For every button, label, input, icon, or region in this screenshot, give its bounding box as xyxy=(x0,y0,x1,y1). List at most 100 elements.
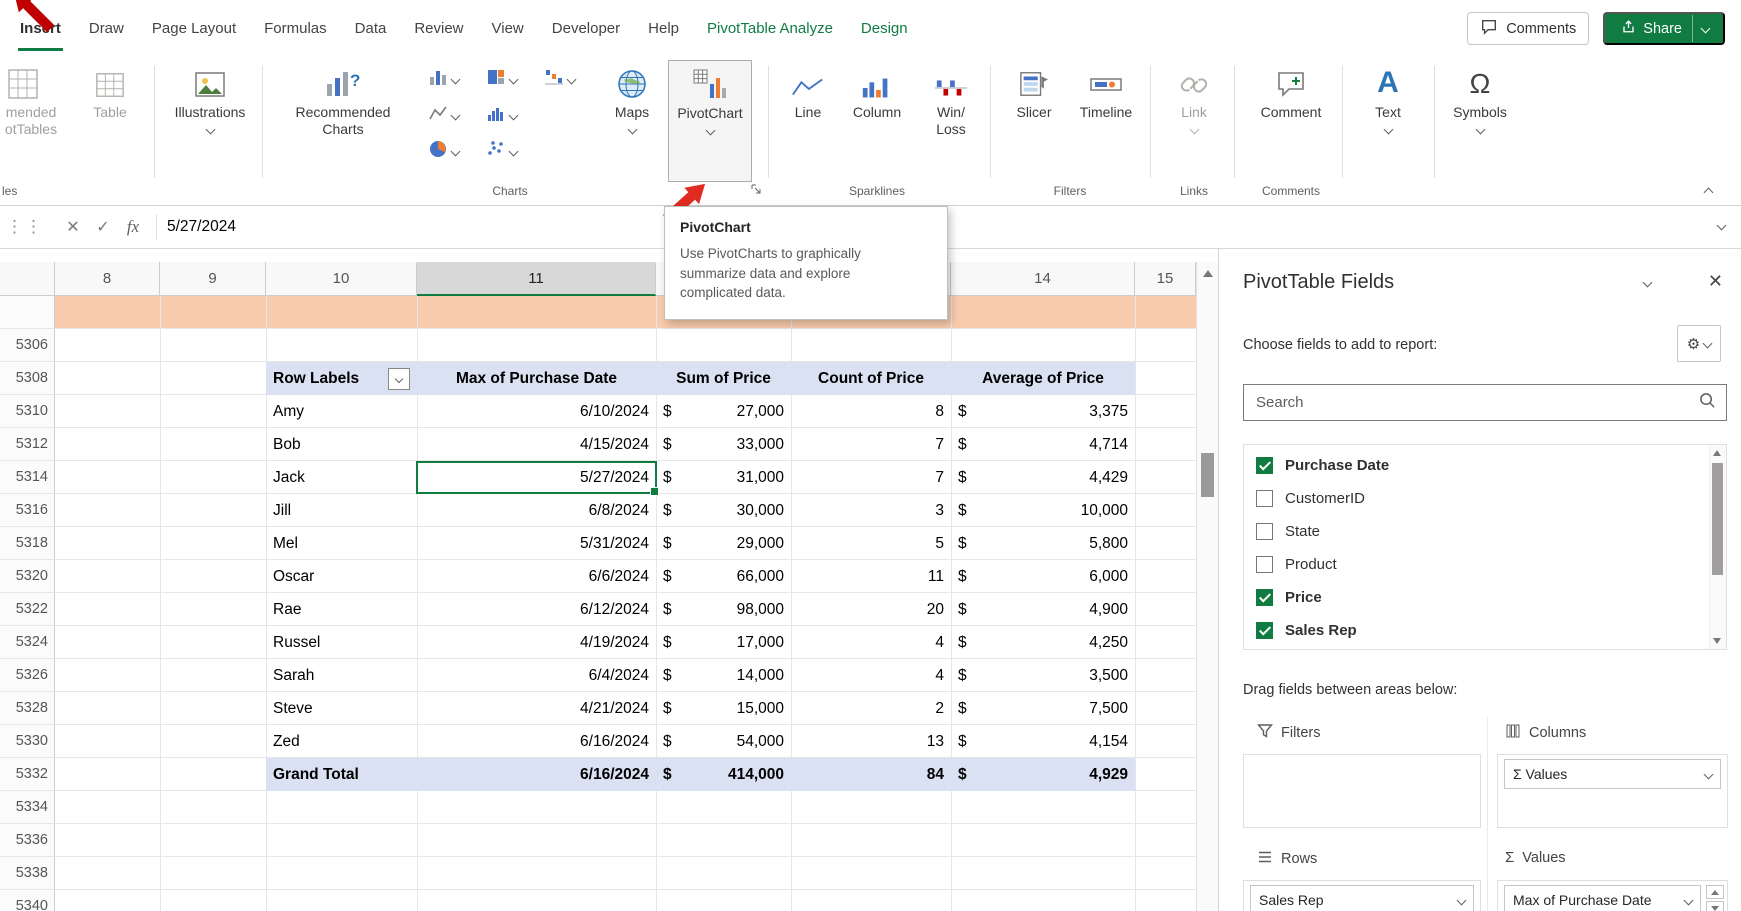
pivot-cell-sum[interactable]: $ 30,000 xyxy=(656,494,791,527)
insert-column-chart-button[interactable] xyxy=(428,66,459,92)
field-checkbox[interactable] xyxy=(1256,457,1273,474)
ribbon-tab[interactable]: Formulas xyxy=(250,0,341,58)
pivot-cell-count[interactable]: 4 xyxy=(791,659,951,692)
hierarchy-chart-chevron-icon[interactable] xyxy=(509,74,519,84)
field-search-input[interactable] xyxy=(1254,393,1699,412)
maps-dropdown-chevron-icon[interactable] xyxy=(627,125,637,135)
statistic-chart-chevron-icon[interactable] xyxy=(509,110,519,120)
field-checkbox-item[interactable]: Product xyxy=(1244,548,1709,581)
ribbon-tab[interactable]: Developer xyxy=(538,0,634,58)
pivot-cell-avg[interactable]: $ 4,429 xyxy=(951,461,1135,494)
symbols-button[interactable]: Ω Symbols xyxy=(1448,62,1512,133)
column-header[interactable]: 11 xyxy=(417,262,656,296)
pivot-cell-avg[interactable]: $ 4,900 xyxy=(951,593,1135,626)
pivot-cell-name[interactable]: Russel xyxy=(266,626,417,659)
share-button[interactable]: Share xyxy=(1603,12,1725,45)
field-checkbox-item[interactable]: State xyxy=(1244,515,1709,548)
column-header[interactable]: 14 xyxy=(951,262,1135,296)
scroll-up-arrow[interactable] xyxy=(1203,270,1213,277)
pivot-cell-max-date[interactable]: 6/12/2024 xyxy=(417,593,656,626)
share-dropdown-caret[interactable] xyxy=(1692,15,1717,42)
text-button[interactable]: A Text xyxy=(1360,62,1416,133)
pivot-cell-count[interactable]: 7 xyxy=(791,461,951,494)
comments-button[interactable]: Comments xyxy=(1467,12,1589,45)
row-cells[interactable] xyxy=(55,824,1196,856)
field-search-box[interactable] xyxy=(1243,384,1727,421)
pivot-cell-name[interactable]: Bob xyxy=(266,428,417,461)
insert-line-chart-button[interactable] xyxy=(428,102,459,128)
field-checkbox[interactable] xyxy=(1256,556,1273,573)
insert-waterfall-chart-button[interactable] xyxy=(544,66,575,92)
row-labels-filter-dropdown[interactable] xyxy=(388,368,410,390)
row-cells[interactable] xyxy=(55,791,1196,823)
pivot-cell-name[interactable]: Steve xyxy=(266,692,417,725)
sparkline-line-button[interactable]: Line xyxy=(782,62,834,121)
pivot-cell-name[interactable]: Mel xyxy=(266,527,417,560)
pivot-cell-max-date[interactable]: 6/16/2024 xyxy=(417,725,656,758)
row-cells[interactable] xyxy=(55,296,1196,328)
values-area-scroll-stepper[interactable] xyxy=(1706,885,1724,911)
pivot-header-row-labels[interactable]: Row Labels xyxy=(266,362,417,395)
row-header[interactable]: 5312 xyxy=(0,428,55,460)
pivot-cell-max-date[interactable]: 6/8/2024 xyxy=(417,494,656,527)
field-checkbox-item[interactable]: CustomerID xyxy=(1244,482,1709,515)
pivot-cell-count[interactable]: 11 xyxy=(791,560,951,593)
row-header[interactable]: 5330 xyxy=(0,725,55,757)
row-header[interactable]: 5334 xyxy=(0,791,55,823)
panel-close-icon[interactable]: ✕ xyxy=(1708,271,1723,292)
maps-button[interactable]: Maps xyxy=(600,62,664,133)
pivotchart-dropdown-chevron-icon[interactable] xyxy=(705,126,715,136)
field-list-scrollbar[interactable] xyxy=(1709,445,1726,649)
list-scrollbar-thumb[interactable] xyxy=(1712,463,1723,575)
pivot-cell-sum[interactable]: $ 54,000 xyxy=(656,725,791,758)
pivot-cell-sum[interactable]: $ 66,000 xyxy=(656,560,791,593)
row-header[interactable]: 5326 xyxy=(0,659,55,691)
pivot-cell-avg[interactable]: $ 4,929 xyxy=(951,758,1135,791)
pivot-cell-max-date[interactable]: 4/21/2024 xyxy=(417,692,656,725)
column-header[interactable]: 9 xyxy=(160,262,266,296)
row-cells[interactable] xyxy=(55,857,1196,889)
field-checkbox[interactable] xyxy=(1256,490,1273,507)
row-header[interactable]: 5306 xyxy=(0,329,55,361)
pivot-header-sum[interactable]: Sum of Price xyxy=(656,362,791,395)
pivot-cell-avg[interactable]: $ 6,000 xyxy=(951,560,1135,593)
pivot-cell-max-date[interactable]: 6/10/2024 xyxy=(417,395,656,428)
pivot-cell-sum[interactable]: $ 33,000 xyxy=(656,428,791,461)
scatter-chart-chevron-icon[interactable] xyxy=(509,146,519,156)
scrollbar-thumb[interactable] xyxy=(1201,453,1214,497)
values-drop-area[interactable]: Max of Purchase Date xyxy=(1497,880,1728,911)
ribbon-tab[interactable]: View xyxy=(478,0,538,58)
pivot-cell-avg[interactable]: $ 7,500 xyxy=(951,692,1135,725)
pivot-cell-count[interactable]: 20 xyxy=(791,593,951,626)
waterfall-chart-chevron-icon[interactable] xyxy=(567,74,577,84)
symbols-dropdown-chevron-icon[interactable] xyxy=(1475,125,1485,135)
sheet-vertical-scrollbar[interactable] xyxy=(1196,262,1219,911)
illustrations-dropdown-chevron-icon[interactable] xyxy=(205,125,215,135)
select-all-corner[interactable] xyxy=(0,262,55,296)
line-chart-chevron-icon[interactable] xyxy=(451,110,461,120)
sparkline-winloss-button[interactable]: Win/ Loss xyxy=(920,62,982,138)
field-checkbox-item[interactable]: Sales Rep xyxy=(1244,614,1709,647)
column-header[interactable]: 10 xyxy=(266,262,417,296)
pivot-cell-count[interactable]: 3 xyxy=(791,494,951,527)
pivot-cell-count[interactable]: 8 xyxy=(791,395,951,428)
collapse-ribbon-chevron-icon[interactable] xyxy=(1701,184,1715,196)
row-header[interactable]: 5324 xyxy=(0,626,55,658)
row-header[interactable]: 5338 xyxy=(0,857,55,889)
field-checkbox-item[interactable]: Price xyxy=(1244,581,1709,614)
pivot-cell-avg[interactable]: $ 4,154 xyxy=(951,725,1135,758)
insert-statistic-chart-button[interactable] xyxy=(486,102,517,128)
pivot-cell-max-date[interactable]: 4/15/2024 xyxy=(417,428,656,461)
pivot-cell-sum[interactable]: $ 31,000 xyxy=(656,461,791,494)
pivot-cell-sum[interactable]: $ 27,000 xyxy=(656,395,791,428)
row-header[interactable]: 5316 xyxy=(0,494,55,526)
pivot-cell-avg[interactable]: $ 3,375 xyxy=(951,395,1135,428)
row-header[interactable]: 5340 xyxy=(0,890,55,911)
row-header[interactable]: 5320 xyxy=(0,560,55,592)
row-header[interactable]: 5314 xyxy=(0,461,55,493)
row-header[interactable]: 5322 xyxy=(0,593,55,625)
comment-button[interactable]: Comment xyxy=(1252,62,1330,121)
row-header[interactable]: 5308 xyxy=(0,362,55,394)
insert-function-fx-icon[interactable]: fx xyxy=(118,217,148,237)
pivot-cell-count[interactable]: 7 xyxy=(791,428,951,461)
